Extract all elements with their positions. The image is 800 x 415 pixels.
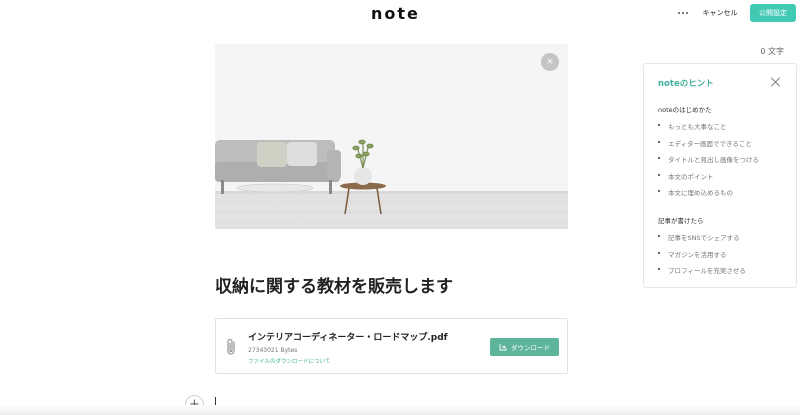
more-horizontal-icon bbox=[678, 12, 680, 14]
file-attachment-card: インテリアコーディネーター・ロードマップ.pdf 27343021 Bytes … bbox=[215, 318, 568, 374]
bottom-shadow bbox=[0, 405, 800, 415]
cover-image[interactable] bbox=[215, 44, 568, 229]
hint-link[interactable]: タイトルと見出し画像をつける bbox=[658, 154, 759, 171]
hint-section-heading: 記事が書けたら bbox=[658, 217, 704, 225]
living-room-photo bbox=[215, 44, 568, 229]
cancel-button[interactable]: キャンセル bbox=[697, 4, 743, 22]
more-options-button[interactable] bbox=[675, 6, 691, 20]
character-count: 0 文字 bbox=[760, 47, 784, 56]
hint-link[interactable]: エディター画面でできること bbox=[658, 138, 759, 155]
post-title[interactable]: 収納に関する教材を販売します bbox=[215, 272, 453, 297]
hint-link[interactable]: もっとも大事なこと bbox=[658, 121, 759, 138]
close-icon[interactable] bbox=[770, 76, 782, 88]
note-logo[interactable]: note bbox=[371, 4, 420, 23]
download-icon bbox=[499, 344, 507, 351]
publish-settings-button[interactable]: 公開設定 bbox=[750, 4, 796, 22]
download-button-label: ダウンロード bbox=[511, 344, 550, 352]
remove-cover-button[interactable]: × bbox=[541, 53, 559, 71]
hint-link[interactable]: 本文のポイント bbox=[658, 171, 759, 188]
file-size: 27343021 Bytes bbox=[248, 347, 298, 354]
download-info-link[interactable]: ファイルのダウンロードについて bbox=[248, 357, 330, 365]
hint-list: もっとも大事なこと エディター画面でできること タイトルと見出し画像をつける 本… bbox=[658, 121, 759, 204]
hint-section-heading: noteのはじめかた bbox=[658, 106, 712, 114]
hint-list: 記事をSNSでシェアする マガジンを活用する プロフィールを充実させる bbox=[658, 232, 746, 282]
hint-panel-title: noteのヒント bbox=[658, 79, 714, 89]
hint-link[interactable]: 記事をSNSでシェアする bbox=[658, 232, 746, 249]
hint-panel: noteのヒント noteのはじめかた もっとも大事なこと エディター画面ででき… bbox=[643, 63, 797, 288]
hint-link[interactable]: プロフィールを充実させる bbox=[658, 265, 746, 282]
hint-link[interactable]: 本文に埋め込めるもの bbox=[658, 187, 759, 204]
paperclip-icon bbox=[227, 338, 235, 355]
hint-link[interactable]: マガジンを活用する bbox=[658, 249, 746, 266]
file-name: インテリアコーディネーター・ロードマップ.pdf bbox=[248, 333, 448, 343]
download-button[interactable]: ダウンロード bbox=[490, 338, 559, 356]
